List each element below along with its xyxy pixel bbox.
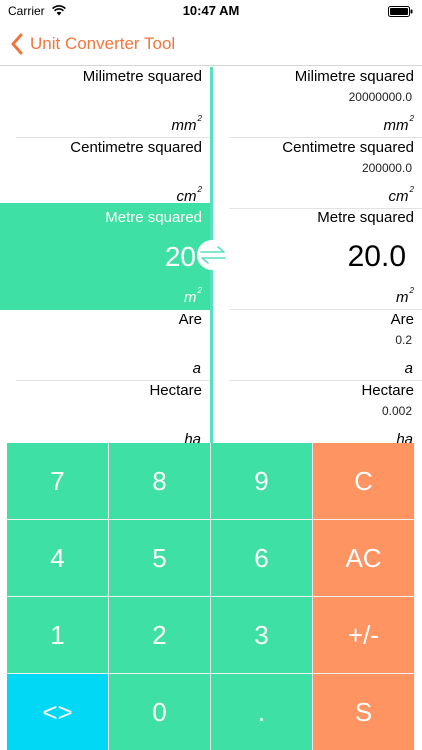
unit-symbol: m2: [396, 286, 414, 306]
from-unit-row[interactable]: Are a: [0, 310, 210, 381]
decimal-point-key[interactable]: .: [211, 674, 312, 750]
key-2[interactable]: 2: [109, 597, 210, 673]
key-1[interactable]: 1: [7, 597, 108, 673]
unit-name: Milimetre squared: [82, 68, 202, 85]
converted-value: 200000.0: [361, 161, 412, 175]
unit-name: Metre squared: [105, 209, 202, 226]
save-button[interactable]: S: [313, 674, 414, 750]
all-clear-button[interactable]: AC: [313, 520, 414, 596]
swap-arrows-icon: [200, 246, 226, 264]
swap-direction-button[interactable]: <>: [7, 674, 108, 750]
sign-toggle-button[interactable]: +/-: [313, 597, 414, 673]
clear-button[interactable]: C: [313, 443, 414, 519]
key-7[interactable]: 7: [7, 443, 108, 519]
unit-symbol: a: [192, 360, 201, 377]
key-5[interactable]: 5: [109, 520, 210, 596]
result-value: 20.0: [347, 240, 406, 273]
to-unit-row-selected[interactable]: Metre squared 20.0 m2: [213, 203, 422, 310]
to-unit-row[interactable]: Milimetre squared 20000000.0 mm2: [213, 67, 422, 138]
unit-symbol: cm2: [388, 185, 414, 205]
status-bar: Carrier 10:47 AM: [0, 0, 422, 22]
key-3[interactable]: 3: [211, 597, 312, 673]
unit-name: Hectare: [361, 382, 414, 399]
battery-icon: [388, 6, 413, 17]
navigation-bar: Unit Converter Tool: [0, 22, 422, 66]
key-0[interactable]: 0: [109, 674, 210, 750]
back-label: Unit Converter Tool: [30, 34, 176, 53]
swap-button[interactable]: [197, 240, 227, 270]
unit-name: Centimetre squared: [70, 139, 202, 156]
keypad: 7 8 9 C 4 5 6 AC 1 2 3 +/- <> 0 . S: [7, 443, 415, 750]
unit-symbol: mm2: [171, 114, 202, 134]
unit-name: Centimetre squared: [282, 139, 414, 156]
from-unit-list[interactable]: Milimetre squared mm2 Centimetre squared…: [0, 67, 210, 443]
key-8[interactable]: 8: [109, 443, 210, 519]
chevron-left-icon: [11, 33, 23, 55]
status-time: 10:47 AM: [182, 3, 240, 18]
unit-name: Are: [178, 311, 202, 328]
key-4[interactable]: 4: [7, 520, 108, 596]
to-unit-row[interactable]: Hectare 0.002 ha: [213, 381, 422, 443]
back-button[interactable]: Unit Converter Tool: [10, 31, 175, 57]
conversion-lists: Milimetre squared mm2 Centimetre squared…: [0, 67, 422, 443]
from-unit-row[interactable]: Hectare ha: [0, 381, 210, 443]
unit-name: Hectare: [149, 382, 202, 399]
to-unit-list[interactable]: Milimetre squared 20000000.0 mm2 Centime…: [213, 67, 422, 443]
input-value: 20: [164, 241, 196, 272]
unit-symbol: a: [404, 360, 413, 377]
converted-value: 0.2: [395, 333, 412, 347]
from-unit-row[interactable]: Milimetre squared mm2: [0, 67, 210, 138]
key-9[interactable]: 9: [211, 443, 312, 519]
unit-name: Metre squared: [317, 209, 414, 226]
unit-symbol: m2: [184, 286, 202, 306]
to-unit-row[interactable]: Are 0.2 a: [213, 310, 422, 381]
from-unit-row[interactable]: Centimetre squared cm2: [0, 138, 210, 209]
converted-value: 0.002: [381, 404, 412, 418]
key-6[interactable]: 6: [211, 520, 312, 596]
converted-value: 20000000.0: [348, 90, 412, 104]
to-unit-row[interactable]: Centimetre squared 200000.0 cm2: [213, 138, 422, 209]
unit-symbol: cm2: [176, 185, 202, 205]
unit-symbol: mm2: [383, 114, 414, 134]
unit-name: Are: [390, 311, 414, 328]
unit-name: Milimetre squared: [294, 68, 414, 85]
unit-symbol: ha: [184, 431, 201, 443]
unit-symbol: ha: [396, 431, 413, 443]
from-unit-row-selected[interactable]: Metre squared 20 m2: [0, 203, 210, 310]
